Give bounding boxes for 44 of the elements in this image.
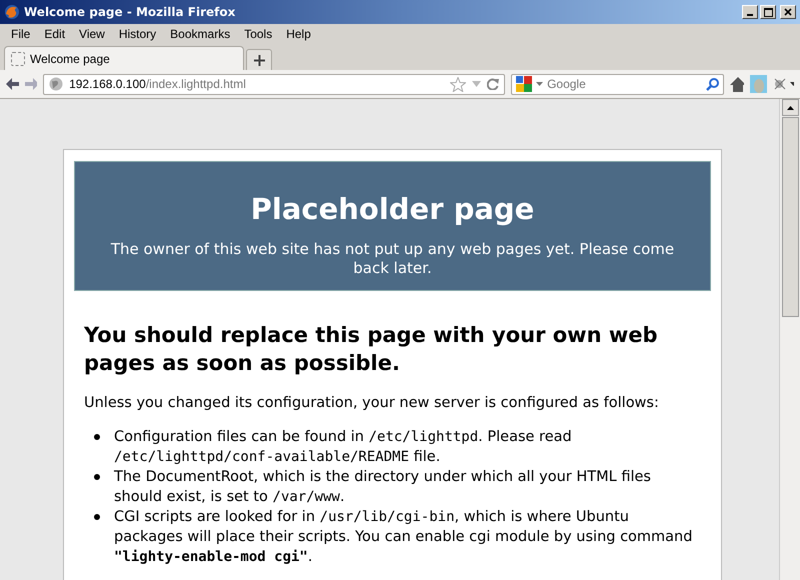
intro-text: Unless you changed its configuration, your new server is configured as follows: bbox=[84, 394, 660, 413]
menu-item[interactable]: Edit bbox=[37, 27, 72, 41]
search-field[interactable]: Google bbox=[511, 74, 724, 94]
vertical-scrollbar[interactable] bbox=[779, 99, 800, 580]
close-icon bbox=[784, 8, 792, 16]
menu-item[interactable]: View bbox=[72, 27, 112, 41]
plus-icon bbox=[254, 54, 264, 66]
banner-title: Placeholder page bbox=[250, 192, 536, 226]
menu-item[interactable]: Help bbox=[279, 27, 318, 41]
search-engine-logo-icon[interactable] bbox=[516, 76, 532, 92]
list-item: The DocumentRoot, which is the directory under which all your HTML files should exist, is set to /var/www. bbox=[114, 467, 701, 507]
menu-item[interactable]: Bookmarks bbox=[163, 27, 238, 41]
maximize-button[interactable] bbox=[760, 5, 776, 19]
new-tab-button[interactable] bbox=[246, 49, 272, 70]
search-icon[interactable] bbox=[706, 78, 720, 90]
browser-logo-icon bbox=[4, 4, 20, 20]
list-item: CGI scripts are looked for in /usr/lib/cgi-bin, which is where Ubuntu packages will place their scripts. You can enable cgi module by using command "lighty-enable-mod cgi". bbox=[114, 507, 701, 567]
window-title: Welcome page - Mozilla Firefox bbox=[24, 5, 236, 19]
bullet-icon bbox=[94, 514, 100, 520]
page-heading: You should replace this page with your own web pages as soon as possible. bbox=[84, 322, 659, 377]
address-bar[interactable]: 192.168.0.100/index.lighttpd.html bbox=[43, 74, 506, 94]
up-arrow-icon bbox=[786, 106, 794, 110]
minimize-button[interactable] bbox=[742, 5, 758, 19]
list-item: Configuration files can be found in /etc/lighttpd. Please read /etc/lighttpd/conf-available/README file. bbox=[114, 427, 701, 467]
reload-icon[interactable] bbox=[487, 78, 500, 90]
url-text: 192.168.0.100/index.lighttpd.html bbox=[69, 77, 246, 91]
globe-icon bbox=[49, 77, 64, 91]
menu-item[interactable]: File bbox=[4, 27, 38, 41]
menu-item[interactable]: Tools bbox=[237, 27, 280, 41]
menu-item[interactable]: History bbox=[112, 27, 164, 41]
close-button[interactable] bbox=[780, 5, 796, 19]
dropdown-icon[interactable] bbox=[536, 82, 544, 86]
home-icon[interactable] bbox=[730, 76, 744, 92]
blank-page-icon bbox=[11, 52, 25, 66]
browser-tab[interactable]: Welcome page bbox=[4, 46, 244, 70]
back-arrow-icon[interactable] bbox=[6, 78, 19, 90]
scrollbar-thumb[interactable] bbox=[782, 117, 798, 317]
bullet-icon bbox=[94, 474, 100, 480]
banner-subtitle: The owner of this web site has not put up any web pages yet. Please come back later. bbox=[110, 240, 676, 278]
tools-dropdown-icon[interactable] bbox=[772, 77, 794, 91]
scroll-up-button[interactable] bbox=[782, 99, 798, 116]
maximize-icon bbox=[764, 8, 772, 16]
star-icon[interactable] bbox=[450, 76, 466, 92]
bullet-icon bbox=[94, 434, 100, 440]
